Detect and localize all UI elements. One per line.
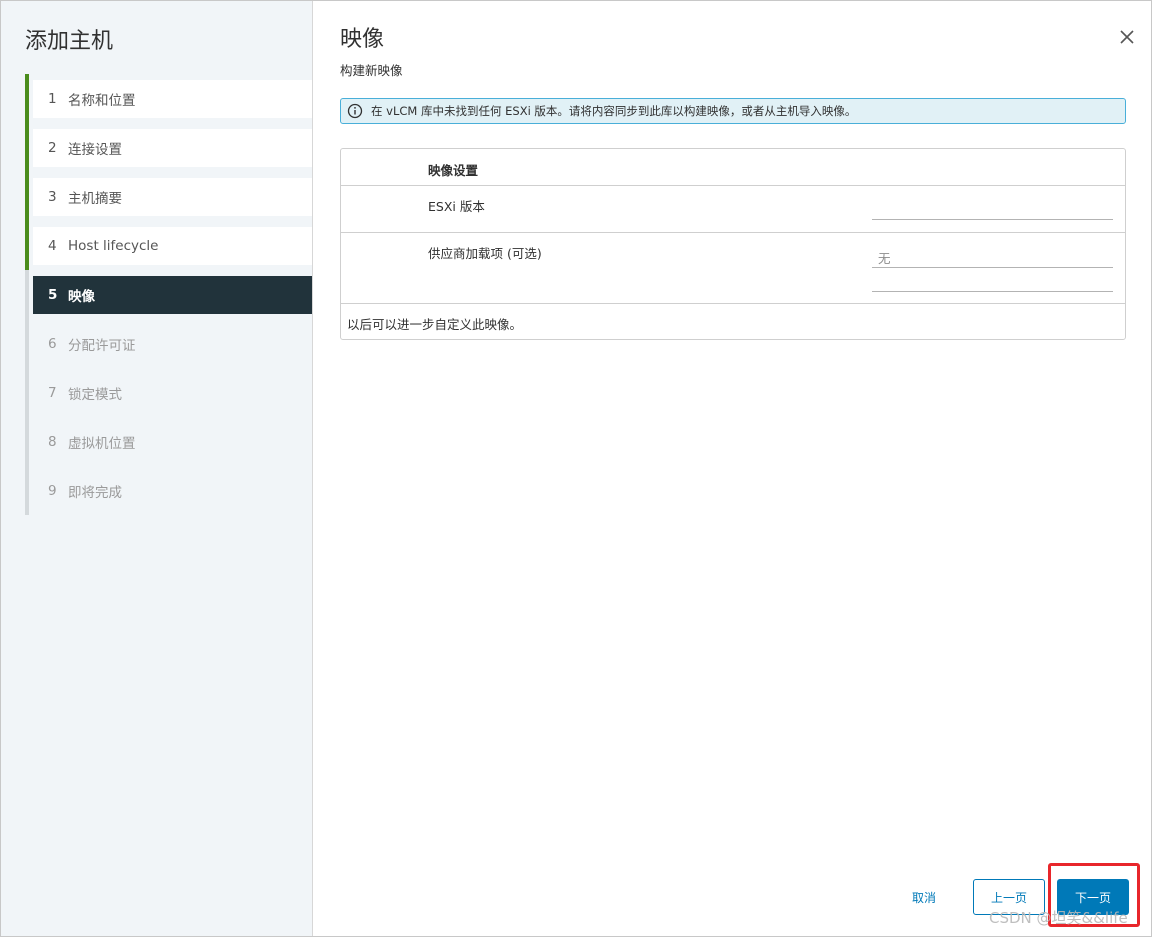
image-settings-header: 映像设置 bbox=[341, 149, 1125, 186]
step-number: 3 bbox=[48, 189, 57, 205]
esxi-version-row: ESXi 版本 bbox=[341, 186, 1125, 233]
step-assign-license: 6 分配许可证 bbox=[25, 319, 312, 368]
step-connection-settings[interactable]: 2 连接设置 bbox=[25, 123, 312, 172]
step-label: 分配许可证 bbox=[68, 338, 136, 354]
info-icon bbox=[347, 103, 363, 119]
step-box[interactable]: 1 名称和位置 bbox=[33, 80, 312, 118]
step-label: 映像 bbox=[68, 289, 95, 305]
step-host-summary[interactable]: 3 主机摘要 bbox=[25, 172, 312, 221]
step-box: 8 虚拟机位置 bbox=[33, 423, 312, 461]
step-label: 主机摘要 bbox=[68, 191, 122, 207]
step-host-lifecycle[interactable]: 4 Host lifecycle bbox=[25, 221, 312, 270]
step-label: 连接设置 bbox=[68, 142, 122, 158]
image-settings-panel: 映像设置 ESXi 版本 供应商加载项 (可选) 无 以后可以进一步自定义此映像… bbox=[340, 148, 1126, 340]
wizard-steps: 1 名称和位置 2 连接设置 3 主机摘要 4 Host lifecycle 5… bbox=[25, 74, 312, 515]
page-subtitle: 构建新映像 bbox=[340, 63, 403, 78]
step-number: 8 bbox=[48, 434, 57, 450]
cancel-button[interactable]: 取消 bbox=[897, 879, 951, 915]
vendor-addon-version-select[interactable] bbox=[872, 269, 1113, 292]
esxi-version-label: ESXi 版本 bbox=[428, 199, 485, 214]
esxi-version-select[interactable] bbox=[872, 194, 1113, 220]
info-alert: 在 vLCM 库中未找到任何 ESXi 版本。请将内容同步到此库以构建映像，或者… bbox=[340, 98, 1126, 124]
step-box: 6 分配许可证 bbox=[33, 325, 312, 363]
step-ready-to-complete: 9 即将完成 bbox=[25, 466, 312, 515]
step-number: 6 bbox=[48, 336, 57, 352]
step-number: 9 bbox=[48, 483, 57, 499]
vendor-addon-row: 供应商加载项 (可选) 无 bbox=[341, 233, 1125, 304]
step-number: 2 bbox=[48, 140, 57, 156]
step-image[interactable]: 5 映像 bbox=[25, 270, 312, 319]
step-box[interactable]: 3 主机摘要 bbox=[33, 178, 312, 216]
wizard-content: 映像 构建新映像 在 vLCM 库中未找到任何 ESXi 版本。请将内容同步到此… bbox=[314, 1, 1151, 936]
step-box: 9 即将完成 bbox=[33, 472, 312, 510]
step-number: 5 bbox=[48, 287, 58, 303]
step-rail bbox=[25, 270, 29, 319]
step-label: 锁定模式 bbox=[68, 387, 122, 403]
watermark: CSDN @坦笑&&life bbox=[989, 909, 1128, 927]
wizard-title: 添加主机 bbox=[25, 29, 114, 54]
step-number: 4 bbox=[48, 238, 57, 254]
step-box[interactable]: 5 映像 bbox=[33, 276, 312, 314]
step-rail bbox=[25, 123, 29, 172]
step-box: 7 锁定模式 bbox=[33, 374, 312, 412]
wizard-sidebar: 添加主机 1 名称和位置 2 连接设置 3 主机摘要 4 Host lifecy… bbox=[1, 1, 313, 936]
step-box[interactable]: 4 Host lifecycle bbox=[33, 227, 312, 265]
step-number: 7 bbox=[48, 385, 57, 401]
vendor-addon-select[interactable]: 无 bbox=[872, 241, 1113, 268]
step-rail bbox=[25, 417, 29, 466]
add-host-wizard-dialog: 添加主机 1 名称和位置 2 连接设置 3 主机摘要 4 Host lifecy… bbox=[0, 0, 1152, 937]
step-label: 即将完成 bbox=[68, 485, 122, 501]
step-label: 名称和位置 bbox=[68, 93, 136, 109]
step-number: 1 bbox=[48, 91, 57, 107]
close-icon[interactable] bbox=[1117, 27, 1137, 47]
image-settings-title: 映像设置 bbox=[428, 163, 479, 178]
customize-note: 以后可以进一步自定义此映像。 bbox=[347, 317, 523, 332]
step-box[interactable]: 2 连接设置 bbox=[33, 129, 312, 167]
step-rail bbox=[25, 172, 29, 221]
step-vm-location: 8 虚拟机位置 bbox=[25, 417, 312, 466]
vendor-addon-label: 供应商加载项 (可选) bbox=[428, 246, 542, 261]
step-rail bbox=[25, 221, 29, 270]
page-title: 映像 bbox=[340, 27, 385, 52]
step-rail bbox=[25, 74, 29, 123]
step-rail bbox=[25, 466, 29, 515]
step-label: Host lifecycle bbox=[68, 238, 159, 254]
step-lockdown-mode: 7 锁定模式 bbox=[25, 368, 312, 417]
step-rail bbox=[25, 319, 29, 368]
step-rail bbox=[25, 368, 29, 417]
step-label: 虚拟机位置 bbox=[68, 436, 136, 452]
alert-text: 在 vLCM 库中未找到任何 ESXi 版本。请将内容同步到此库以构建映像，或者… bbox=[371, 104, 857, 118]
step-name-location[interactable]: 1 名称和位置 bbox=[25, 74, 312, 123]
